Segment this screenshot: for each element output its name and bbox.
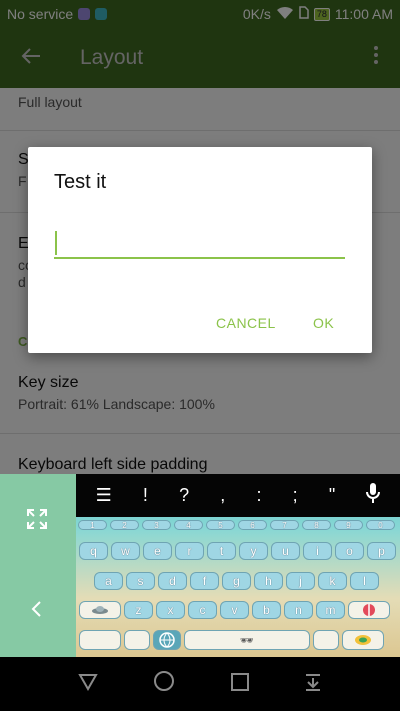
text-cursor	[55, 231, 57, 255]
ok-button[interactable]: OK	[313, 315, 334, 331]
home-circle-icon[interactable]	[153, 670, 175, 698]
key-s[interactable]: s	[126, 572, 155, 590]
symbol-key[interactable]: ,	[220, 485, 225, 506]
symbol-key[interactable]: ?	[179, 485, 189, 506]
key-b[interactable]: b	[252, 601, 281, 619]
key-w[interactable]: w	[111, 542, 140, 560]
key-j[interactable]: j	[286, 572, 315, 590]
symbol-key[interactable]: :	[256, 485, 261, 506]
key-u[interactable]: u	[271, 542, 300, 560]
letter-row-3: z x c v b n m	[76, 601, 400, 619]
dialog-title: Test it	[54, 171, 107, 193]
key-q[interactable]: q	[79, 542, 108, 560]
key-d[interactable]: d	[158, 572, 187, 590]
key-7[interactable]: 7	[270, 520, 299, 530]
key-n[interactable]: n	[284, 601, 313, 619]
bottom-row: 🕶	[76, 630, 400, 650]
comma-key[interactable]	[124, 630, 150, 650]
globe-icon[interactable]	[153, 630, 181, 650]
key-2[interactable]: 2	[110, 520, 139, 530]
letter-row-1: q w e r t y u i o p	[76, 542, 400, 560]
test-it-dialog: Test it CANCEL OK	[28, 147, 372, 353]
keyboard-side-panel	[0, 474, 76, 657]
key-m[interactable]: m	[316, 601, 345, 619]
key-z[interactable]: z	[124, 601, 153, 619]
key-6[interactable]: 6	[238, 520, 267, 530]
key-o[interactable]: o	[335, 542, 364, 560]
space-key[interactable]: 🕶	[184, 630, 310, 650]
key-a[interactable]: a	[94, 572, 123, 590]
backspace-key[interactable]	[348, 601, 390, 619]
chevron-left-icon[interactable]	[30, 598, 42, 624]
key-f[interactable]: f	[190, 572, 219, 590]
key-e[interactable]: e	[143, 542, 172, 560]
test-input[interactable]	[54, 229, 345, 259]
period-key[interactable]	[313, 630, 339, 650]
shift-key[interactable]	[79, 601, 121, 619]
key-c[interactable]: c	[188, 601, 217, 619]
key-8[interactable]: 8	[302, 520, 331, 530]
key-h[interactable]: h	[254, 572, 283, 590]
symbols-key[interactable]	[79, 630, 121, 650]
key-g[interactable]: g	[222, 572, 251, 590]
key-i[interactable]: i	[303, 542, 332, 560]
key-l[interactable]: l	[350, 572, 379, 590]
keyboard-menu-icon[interactable]: ☰	[96, 485, 112, 506]
key-k[interactable]: k	[318, 572, 347, 590]
hide-keyboard-icon[interactable]	[304, 671, 322, 697]
keyboard-symbol-row: ☰ ! ? , : ; "	[76, 474, 400, 517]
key-3[interactable]: 3	[142, 520, 171, 530]
keyboard: ☰ ! ? , : ; " 1 2 3 4 5 6 7 8 9 0 q w e …	[76, 474, 400, 657]
enter-key[interactable]	[342, 630, 384, 650]
symbol-key[interactable]: "	[329, 485, 335, 506]
cancel-button[interactable]: CANCEL	[216, 315, 276, 331]
letter-row-2: a s d f g h j k l	[76, 572, 400, 590]
key-r[interactable]: r	[175, 542, 204, 560]
navigation-bar	[0, 657, 400, 711]
key-5[interactable]: 5	[206, 520, 235, 530]
expand-icon[interactable]	[26, 508, 48, 536]
symbol-key[interactable]: ;	[293, 485, 298, 506]
key-0[interactable]: 0	[366, 520, 395, 530]
back-triangle-icon[interactable]	[78, 671, 98, 697]
key-4[interactable]: 4	[174, 520, 203, 530]
key-1[interactable]: 1	[78, 520, 107, 530]
key-x[interactable]: x	[156, 601, 185, 619]
number-row: 1 2 3 4 5 6 7 8 9 0	[76, 520, 400, 530]
recents-square-icon[interactable]	[230, 671, 249, 697]
key-p[interactable]: p	[367, 542, 396, 560]
key-9[interactable]: 9	[334, 520, 363, 530]
key-y[interactable]: y	[239, 542, 268, 560]
key-v[interactable]: v	[220, 601, 249, 619]
microphone-icon[interactable]	[366, 482, 381, 509]
symbol-key[interactable]: !	[143, 485, 148, 506]
key-t[interactable]: t	[207, 542, 236, 560]
